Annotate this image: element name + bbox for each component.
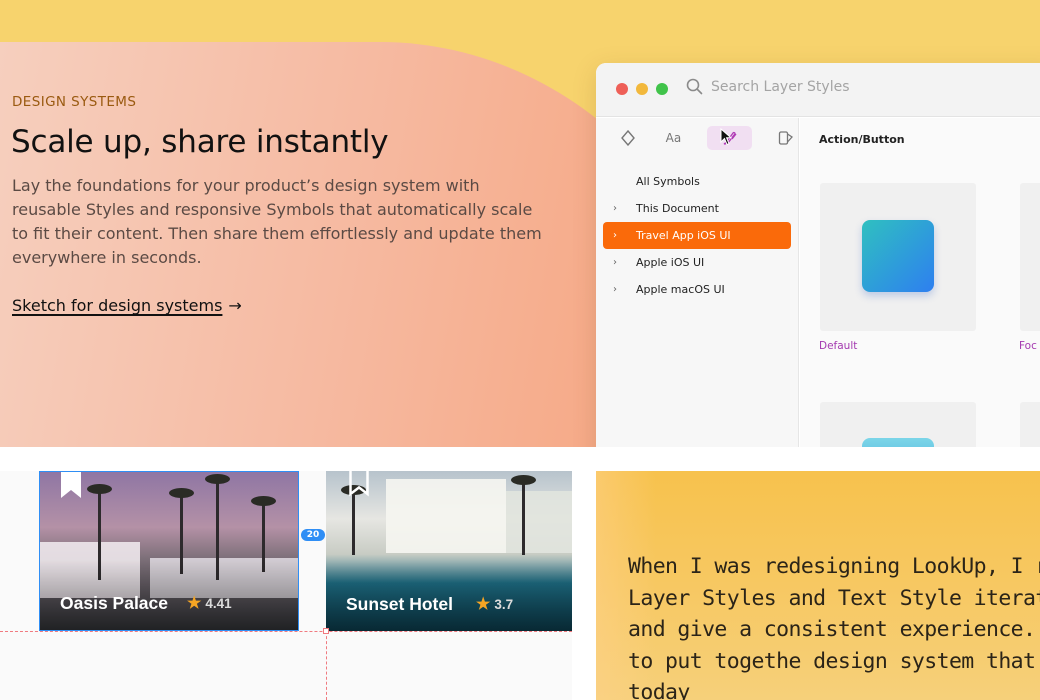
style-tile-label: Default — [819, 340, 858, 352]
sidebar-tabbar: Aa — [596, 118, 798, 158]
sidebar-item-label: Apple macOS UI — [636, 283, 725, 296]
section-title: Action/Button — [819, 133, 905, 146]
testimonial-quote: When I was redesigning LookUp, I re Symb… — [628, 554, 1040, 700]
rating-value: 3.7 — [494, 596, 514, 612]
hotel-name: Oasis Palace — [60, 593, 168, 613]
layout-guide-horizontal — [0, 631, 572, 632]
symbol-diamond-icon[interactable] — [616, 126, 640, 150]
hero-body-copy: Lay the foundations for your product’s d… — [12, 176, 542, 267]
search-layer-styles-input[interactable] — [711, 78, 1011, 95]
style-tile-default[interactable] — [820, 183, 976, 331]
styles-grid: Action/Button Default Foc — [800, 118, 1040, 447]
chevron-right-icon: › — [613, 203, 617, 214]
card-photo-building — [506, 491, 572, 553]
symbols-sidebar: Aa All Symbols › This Document › Travel … — [596, 118, 799, 447]
hotel-rating: ★ 4.41 — [187, 593, 232, 613]
hotel-card-oasis-palace[interactable]: Oasis Palace ★ 4.41 — [39, 471, 299, 631]
hotel-card-sunset-hotel[interactable]: Sunset Hotel ★ 3.7 — [326, 471, 572, 631]
style-tile[interactable] — [820, 402, 976, 447]
sidebar-item-all-symbols[interactable]: All Symbols — [603, 168, 791, 195]
search-icon — [686, 78, 703, 95]
color-variables-icon[interactable] — [774, 126, 798, 150]
sidebar-item-label: Apple iOS UI — [636, 256, 705, 269]
window-titlebar — [596, 63, 1040, 117]
button-preview-default — [862, 220, 934, 292]
arrow-right-icon: → — [228, 296, 242, 315]
hotel-name: Sunset Hotel — [346, 594, 453, 614]
hero-section: DESIGN SYSTEMS Scale up, share instantly… — [0, 0, 1040, 447]
sketch-app-window: Aa All Symbols — [596, 63, 1040, 447]
sidebar-item-travel-app-ios-ui[interactable]: › Travel App iOS UI — [603, 222, 791, 249]
symbol-library-list: All Symbols › This Document › Travel App… — [596, 168, 798, 303]
sidebar-item-this-document[interactable]: › This Document — [603, 195, 791, 222]
testimonial-panel: When I was redesigning LookUp, I re Symb… — [596, 471, 1040, 700]
chevron-right-icon: › — [613, 257, 617, 268]
hotel-rating: ★ 3.7 — [476, 594, 513, 614]
chevron-right-icon: › — [613, 230, 617, 241]
card-photo-palm — [511, 475, 536, 555]
cta-label: Sketch for design systems — [12, 296, 223, 315]
rating-value: 4.41 — [205, 595, 232, 611]
text-styles-icon[interactable]: Aa — [662, 126, 686, 150]
hero-headline: Scale up, share instantly — [11, 124, 389, 160]
sidebar-item-label: Travel App iOS UI — [636, 229, 731, 242]
search-bar — [686, 78, 1011, 95]
section-eyebrow: DESIGN SYSTEMS — [12, 94, 137, 110]
guide-anchor-point — [323, 628, 329, 634]
sidebar-item-apple-macos-ui[interactable]: › Apple macOS UI — [603, 276, 791, 303]
sidebar-item-apple-ios-ui[interactable]: › Apple iOS UI — [603, 249, 791, 276]
sidebar-item-label: This Document — [636, 202, 719, 215]
sketch-for-design-systems-link[interactable]: Sketch for design systems → — [12, 296, 242, 315]
chevron-right-icon: › — [613, 284, 617, 295]
close-window-button[interactable] — [616, 83, 628, 95]
sidebar-item-label: All Symbols — [636, 175, 700, 188]
button-preview — [862, 438, 934, 447]
style-tile-focus[interactable] — [1020, 183, 1040, 331]
spacing-measurement-badge: 20 — [301, 529, 325, 541]
zoom-window-button[interactable] — [656, 83, 668, 95]
style-tile[interactable] — [1020, 402, 1040, 447]
minimize-window-button[interactable] — [636, 83, 648, 95]
bookmark-outline-icon[interactable] — [349, 471, 369, 497]
star-icon: ★ — [187, 595, 202, 612]
style-tile-label: Foc — [1019, 340, 1037, 352]
card-photo-building — [386, 479, 506, 553]
layout-guide-vertical — [326, 631, 327, 700]
bookmark-icon[interactable] — [61, 472, 81, 498]
card-photo-palm — [341, 485, 366, 555]
symbol-cards-preview: Oasis Palace ★ 4.41 20 Sunset Hotel ★ 3.… — [0, 471, 572, 700]
star-icon: ★ — [476, 596, 491, 613]
cursor-pointer-icon — [720, 128, 732, 146]
